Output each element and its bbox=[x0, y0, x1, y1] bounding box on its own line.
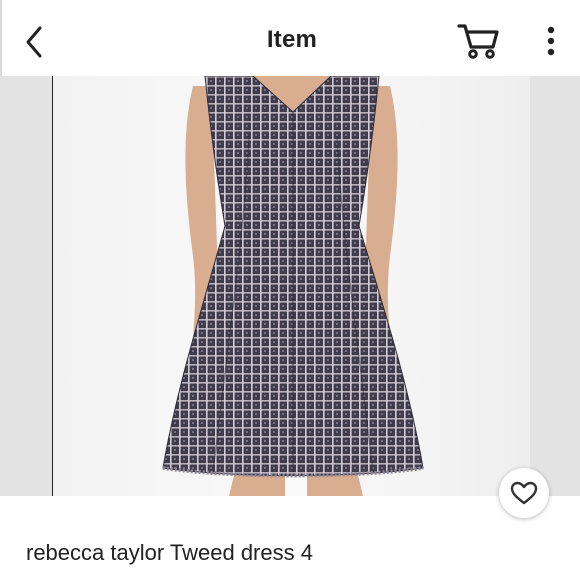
next-photo-peek[interactable] bbox=[530, 76, 580, 496]
top-navigation-bar: Item bbox=[0, 0, 580, 76]
cart-button[interactable] bbox=[456, 20, 502, 62]
listing-title: rebecca taylor Tweed dress 4 bbox=[26, 540, 313, 565]
dress-illustration bbox=[53, 76, 530, 496]
previous-photo-peek[interactable] bbox=[0, 76, 53, 496]
heart-icon bbox=[510, 481, 538, 505]
more-vertical-icon bbox=[547, 26, 555, 56]
photo-gallery[interactable] bbox=[0, 76, 580, 496]
more-options-button[interactable] bbox=[536, 22, 566, 62]
product-photo[interactable] bbox=[53, 76, 530, 496]
like-button[interactable] bbox=[499, 468, 549, 518]
shopping-cart-icon bbox=[457, 24, 499, 59]
